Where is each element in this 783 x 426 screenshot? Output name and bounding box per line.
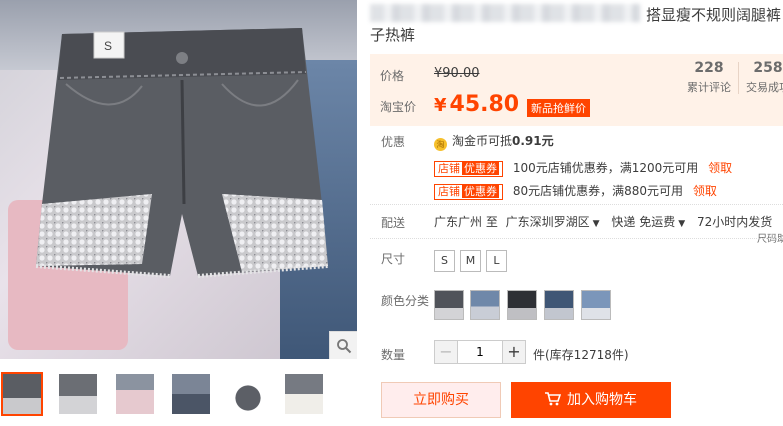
coupon-text: 100元店铺优惠券，满1200元可用 [512, 161, 699, 175]
price-panel: 价格 ¥90.00 淘宝价 ¥45.80 新品抢鲜价 228 累计评论 258 … [370, 54, 783, 126]
quantity-increase-button[interactable]: + [502, 340, 526, 364]
main-product-image[interactable]: S [0, 0, 357, 359]
ship-to-text: 广东深圳罗湖区 [505, 215, 590, 229]
cart-icon [545, 392, 562, 406]
add-to-cart-button[interactable]: 加入购物车 [511, 382, 671, 418]
collect-coupon-link[interactable]: 领取 [693, 184, 717, 198]
coupon-row-1: 店铺 优惠券 100元店铺优惠券，满1200元可用 领取 [434, 159, 732, 177]
size-tag-text: S [104, 39, 112, 53]
sales-count-label: 交易成功 [746, 81, 783, 94]
ship-to-select[interactable]: 广东深圳罗湖区 ▼ [506, 215, 600, 229]
buy-now-button[interactable]: 立即购买 [381, 382, 501, 418]
magnifier-icon [337, 339, 352, 354]
dispatch-time: 72小时内发货 [697, 215, 773, 229]
thumbnail-1[interactable] [1, 372, 43, 416]
thumbnail-4[interactable] [170, 372, 212, 416]
shop-tag-left: 店铺 [438, 185, 460, 198]
coin-offer: 淘淘金币可抵0.91元 [434, 132, 554, 151]
ship-from: 广东广州 至 [434, 215, 498, 229]
divider [370, 238, 783, 239]
shop-coupon-tag: 店铺 优惠券 [434, 184, 503, 200]
collect-coupon-link[interactable]: 领取 [708, 161, 732, 175]
coin-offer-text: 淘金币可抵 [452, 134, 513, 148]
shop-tag-left: 店铺 [438, 162, 460, 175]
color-option-1[interactable] [434, 290, 464, 320]
chevron-down-icon: ▼ [592, 219, 600, 229]
taobao-coin-icon: 淘 [434, 138, 447, 151]
title-line-1: 搭显瘦不规则阔腿裤 [646, 6, 782, 24]
coupon-text: 80元店铺优惠券，满880元可用 [512, 184, 684, 198]
add-to-cart-label: 加入购物车 [567, 392, 637, 408]
thumbnail-2[interactable] [57, 372, 99, 416]
price-label: 价格 [380, 69, 405, 83]
color-option-2[interactable] [470, 290, 500, 320]
currency-symbol: ¥ [434, 95, 447, 116]
taobao-price-label: 淘宝价 [380, 100, 417, 114]
shipping-label: 配送 [381, 216, 406, 230]
size-option-l[interactable]: L [486, 250, 507, 272]
review-count[interactable]: 228 累计评论 [680, 60, 738, 95]
size-option-m[interactable]: M [460, 250, 481, 272]
promo-label: 优惠 [381, 135, 406, 149]
zoom-button[interactable] [329, 331, 357, 359]
shipping-method-text: 快递 免运费 [611, 215, 676, 229]
quantity-decrease-button[interactable]: − [434, 340, 458, 364]
thumbnail-strip [0, 370, 360, 422]
title-line-2: 子热裤 [370, 26, 416, 44]
size-option-s[interactable]: S [434, 250, 455, 272]
thumbnail-6[interactable] [283, 372, 325, 416]
shop-tag-right: 优惠券 [462, 185, 499, 198]
color-label: 颜色分类 [381, 294, 430, 308]
current-price-value: 45.80 [449, 92, 520, 117]
shop-tag-right: 优惠券 [462, 162, 499, 175]
original-price: ¥90.00 [434, 66, 480, 81]
sales-count: 258 交易成功 [739, 60, 783, 95]
thumbnail-5[interactable] [227, 372, 269, 416]
shipping-row: 广东广州 至 广东深圳罗湖区 ▼ 快递 免运费 ▼ 72小时内发货 [434, 213, 772, 230]
promo-badge: 新品抢鲜价 [527, 99, 590, 117]
color-option-3[interactable] [507, 290, 537, 320]
quantity-input[interactable] [458, 340, 502, 364]
chevron-down-icon: ▼ [678, 219, 686, 229]
coupon-row-2: 店铺 优惠券 80元店铺优惠券，满880元可用 领取 [434, 182, 717, 200]
current-price: ¥45.80 [434, 92, 519, 117]
blurred-title-part [370, 4, 640, 22]
denim-shorts-illustration: S [35, 28, 329, 278]
sales-count-number: 258 [753, 60, 783, 76]
stock-info: 件(库存12718件) [533, 348, 629, 362]
thumbnail-3[interactable] [114, 372, 156, 416]
size-label: 尺寸 [381, 252, 406, 266]
shipping-method-select[interactable]: 快递 免运费 ▼ [611, 215, 685, 229]
shop-coupon-tag: 店铺 优惠券 [434, 161, 503, 177]
quantity-label: 数量 [381, 348, 406, 362]
review-count-label: 累计评论 [687, 81, 731, 94]
color-option-4[interactable] [544, 290, 574, 320]
coin-offer-amount: 0.91元 [512, 134, 554, 148]
review-count-number: 228 [694, 60, 724, 76]
divider [370, 204, 783, 205]
color-option-5[interactable] [581, 290, 611, 320]
